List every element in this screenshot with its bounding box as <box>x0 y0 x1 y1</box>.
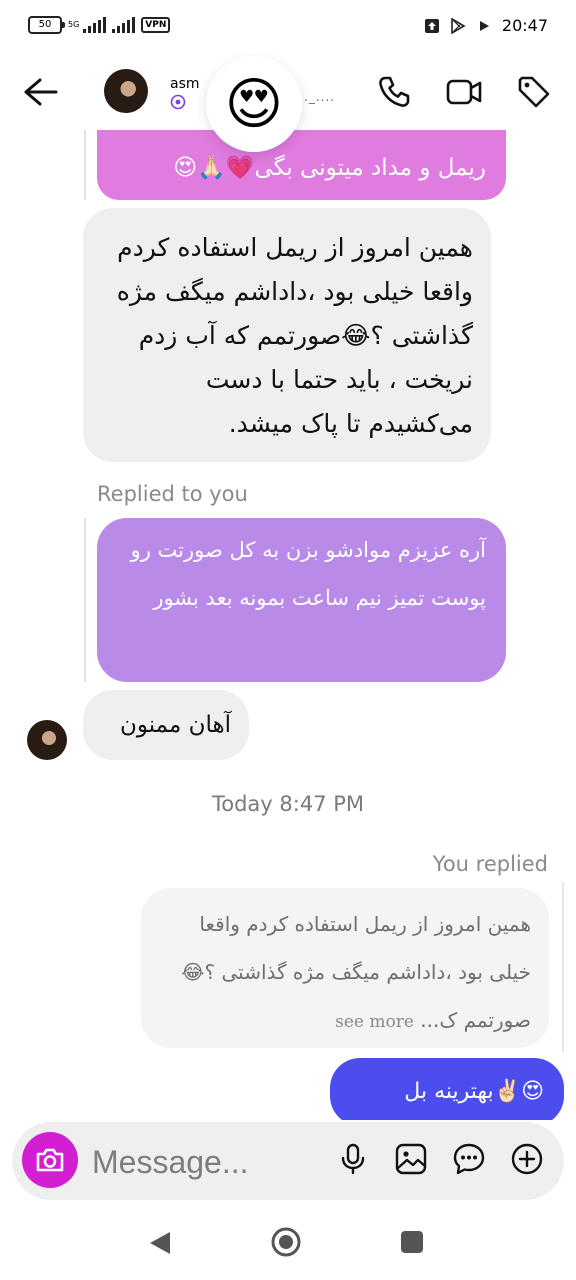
contact-name[interactable]: asm <box>170 76 200 92</box>
clock: 20:47 <box>501 16 548 35</box>
reply-connector <box>84 130 86 200</box>
message-bubble-incoming[interactable]: همین امروز از ریمل استفاده کردم واقعا خی… <box>83 208 491 462</box>
nav-home-icon[interactable] <box>270 1226 302 1258</box>
header-actions <box>376 74 552 110</box>
nav-back-icon[interactable] <box>148 1230 172 1256</box>
network-type: 5G <box>68 20 80 29</box>
microphone-icon[interactable] <box>336 1142 370 1176</box>
tag-icon[interactable] <box>516 74 552 110</box>
play-icon <box>479 20 489 31</box>
add-icon[interactable] <box>510 1142 544 1176</box>
chat-header: asm ._.... 😍 <box>0 56 576 152</box>
gallery-icon[interactable] <box>394 1142 428 1176</box>
back-arrow-icon[interactable] <box>22 76 60 108</box>
camera-button[interactable] <box>22 1132 78 1188</box>
composer-actions <box>336 1142 544 1176</box>
signal-icon-2 <box>112 17 136 33</box>
message-composer <box>12 1122 564 1200</box>
reply-connector <box>562 882 564 1052</box>
message-timestamp: Today 8:47 PM <box>211 792 365 816</box>
quoted-message-bubble[interactable]: آره عزیزم موادشو بزن به کل صورتت رو پوست… <box>97 518 506 682</box>
replied-to-you-label: Replied to you <box>97 482 248 506</box>
vpn-badge: VPN <box>141 17 171 33</box>
battery-level: 50 <box>38 19 52 30</box>
phone-icon[interactable] <box>376 74 412 110</box>
signal-icon <box>83 17 107 33</box>
you-replied-label: You replied <box>432 852 548 876</box>
see-more-link[interactable]: see more <box>335 1012 414 1032</box>
message-list[interactable]: ریمل و مداد میتونی بگی💗🙏🏻😍 همین امروز از… <box>0 130 576 1120</box>
contact-avatar[interactable] <box>104 69 148 113</box>
message-bubble-incoming[interactable]: ریمل و مداد میتونی بگی💗🙏🏻😍 <box>97 130 506 200</box>
quoted-reply-bubble[interactable]: همین امروز از ریمل استفاده کردم واقعا خی… <box>141 888 549 1048</box>
video-call-icon[interactable] <box>446 74 482 110</box>
ai-status-icon <box>170 94 186 110</box>
message-input[interactable] <box>90 1136 314 1188</box>
camera-icon <box>36 1148 64 1172</box>
message-bubble-outgoing[interactable]: 😍✌🏻بهترینه بل <box>330 1058 564 1120</box>
status-right: 20:47 <box>424 16 548 35</box>
sticker-chat-icon[interactable] <box>452 1142 486 1176</box>
sender-avatar[interactable] <box>27 720 67 760</box>
play-store-icon <box>451 17 466 34</box>
status-bar: 50 5G VPN 20:47 <box>0 0 576 56</box>
typing-indicator: ._.... <box>304 90 336 104</box>
message-bubble-incoming[interactable]: آهان ممنون <box>83 690 249 760</box>
status-left: 50 5G VPN <box>28 16 171 34</box>
reply-connector <box>84 518 86 682</box>
reaction-popup[interactable]: 😍 <box>206 56 302 152</box>
battery-icon: 50 <box>28 16 65 34</box>
system-nav-bar <box>0 1206 576 1280</box>
reaction-emoji: 😍 <box>224 71 284 137</box>
upload-icon <box>424 18 439 33</box>
nav-recents-icon[interactable] <box>401 1231 423 1253</box>
